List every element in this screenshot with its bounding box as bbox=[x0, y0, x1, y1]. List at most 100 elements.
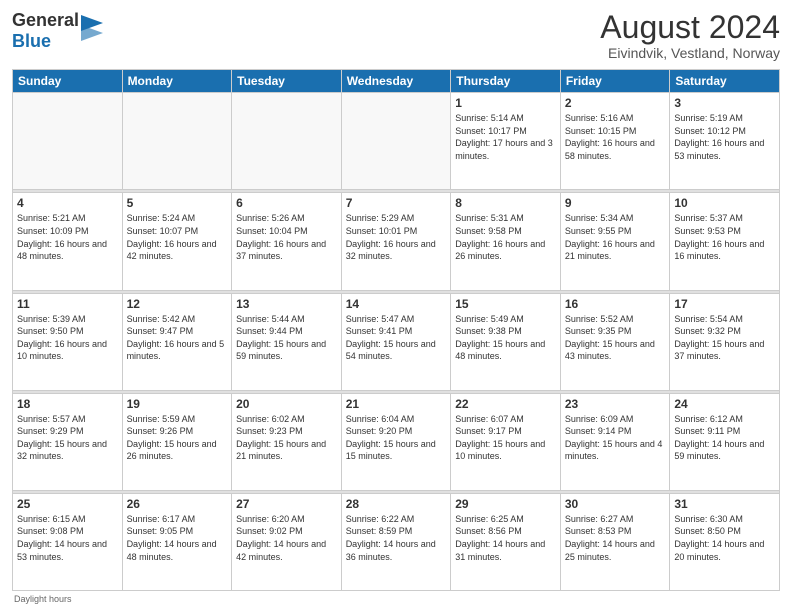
week-row-4: 18 Sunrise: 5:57 AMSunset: 9:29 PMDayligh… bbox=[13, 393, 780, 490]
week-row-3: 11 Sunrise: 5:39 AMSunset: 9:50 PMDayligh… bbox=[13, 293, 780, 390]
logo: General Blue bbox=[12, 10, 103, 52]
col-wednesday: Wednesday bbox=[341, 70, 451, 93]
day-cell-w4-d2: 19Sunrise: 5:59 AMSunset: 9:26 PMDayligh… bbox=[122, 393, 232, 490]
week-row-1: 1 Sunrise: 5:14 AMSunset: 10:17 PMDayligh… bbox=[13, 93, 780, 190]
calendar-header-row: Sunday Monday Tuesday Wednesday Thursday… bbox=[13, 70, 780, 93]
day-number: 7 bbox=[346, 196, 447, 210]
day-cell-w1-d7: 3 Sunrise: 5:19 AMSunset: 10:12 PMDayligh… bbox=[670, 93, 780, 190]
day-number: 25 bbox=[17, 497, 118, 511]
day-cell-w4-d5: 22Sunrise: 6:07 AMSunset: 9:17 PMDayligh… bbox=[451, 393, 561, 490]
day-number: 10 bbox=[674, 196, 775, 210]
day-number: 24 bbox=[674, 397, 775, 411]
day-info: Sunrise: 5:31 AMSunset: 9:58 PMDaylight:… bbox=[455, 212, 556, 262]
week-row-5: 25 Sunrise: 6:15 AMSunset: 9:08 PMDayligh… bbox=[13, 493, 780, 590]
day-info: Sunrise: 5:49 AMSunset: 9:38 PMDaylight:… bbox=[455, 313, 556, 363]
day-cell-w5-d1: 25 Sunrise: 6:15 AMSunset: 9:08 PMDayligh… bbox=[13, 493, 123, 590]
main-container: General Blue August 2024 Eivindvik, Vest… bbox=[0, 0, 792, 612]
day-info: Sunrise: 5:47 AMSunset: 9:41 PMDaylight:… bbox=[346, 313, 447, 363]
logo-general: General bbox=[12, 10, 79, 31]
day-cell-w1-d2 bbox=[122, 93, 232, 190]
day-number: 8 bbox=[455, 196, 556, 210]
day-number: 21 bbox=[346, 397, 447, 411]
day-cell-w2-d3: 6Sunrise: 5:26 AMSunset: 10:04 PMDayligh… bbox=[232, 193, 342, 290]
day-cell-w3-d1: 11 Sunrise: 5:39 AMSunset: 9:50 PMDayligh… bbox=[13, 293, 123, 390]
day-cell-w4-d4: 21 Sunrise: 6:04 AMSunset: 9:20 PMDayligh… bbox=[341, 393, 451, 490]
day-info: Sunrise: 5:16 AMSunset: 10:15 PMDaylight… bbox=[565, 112, 666, 162]
day-number: 15 bbox=[455, 297, 556, 311]
day-cell-w4-d7: 24 Sunrise: 6:12 AMSunset: 9:11 PMDayligh… bbox=[670, 393, 780, 490]
day-cell-w1-d4 bbox=[341, 93, 451, 190]
day-number: 3 bbox=[674, 96, 775, 110]
day-cell-w2-d4: 7 Sunrise: 5:29 AMSunset: 10:01 PMDayligh… bbox=[341, 193, 451, 290]
day-cell-w2-d1: 4Sunrise: 5:21 AMSunset: 10:09 PMDayligh… bbox=[13, 193, 123, 290]
day-number: 29 bbox=[455, 497, 556, 511]
location: Eivindvik, Vestland, Norway bbox=[600, 45, 780, 61]
day-cell-w5-d6: 30Sunrise: 6:27 AMSunset: 8:53 PMDayligh… bbox=[560, 493, 670, 590]
day-info: Sunrise: 6:17 AMSunset: 9:05 PMDaylight:… bbox=[127, 513, 228, 563]
day-number: 5 bbox=[127, 196, 228, 210]
day-number: 16 bbox=[565, 297, 666, 311]
day-info: Sunrise: 5:34 AMSunset: 9:55 PMDaylight:… bbox=[565, 212, 666, 262]
day-cell-w1-d5: 1 Sunrise: 5:14 AMSunset: 10:17 PMDayligh… bbox=[451, 93, 561, 190]
day-info: Sunrise: 6:15 AMSunset: 9:08 PMDaylight:… bbox=[17, 513, 118, 563]
logo-blue: Blue bbox=[12, 31, 79, 52]
col-thursday: Thursday bbox=[451, 70, 561, 93]
day-cell-w5-d3: 27Sunrise: 6:20 AMSunset: 9:02 PMDayligh… bbox=[232, 493, 342, 590]
day-cell-w1-d1 bbox=[13, 93, 123, 190]
daylight-label: Daylight hours bbox=[14, 594, 72, 604]
day-cell-w2-d2: 5 Sunrise: 5:24 AMSunset: 10:07 PMDayligh… bbox=[122, 193, 232, 290]
day-number: 2 bbox=[565, 96, 666, 110]
day-cell-w3-d2: 12 Sunrise: 5:42 AMSunset: 9:47 PMDayligh… bbox=[122, 293, 232, 390]
day-info: Sunrise: 6:04 AMSunset: 9:20 PMDaylight:… bbox=[346, 413, 447, 463]
day-info: Sunrise: 5:52 AMSunset: 9:35 PMDaylight:… bbox=[565, 313, 666, 363]
day-number: 18 bbox=[17, 397, 118, 411]
day-info: Sunrise: 5:42 AMSunset: 9:47 PMDaylight:… bbox=[127, 313, 228, 363]
day-cell-w5-d4: 28Sunrise: 6:22 AMSunset: 8:59 PMDayligh… bbox=[341, 493, 451, 590]
day-info: Sunrise: 5:26 AMSunset: 10:04 PMDaylight… bbox=[236, 212, 337, 262]
day-number: 1 bbox=[455, 96, 556, 110]
day-info: Sunrise: 5:39 AMSunset: 9:50 PMDaylight:… bbox=[17, 313, 118, 363]
day-info: Sunrise: 6:02 AMSunset: 9:23 PMDaylight:… bbox=[236, 413, 337, 463]
day-info: Sunrise: 6:30 AMSunset: 8:50 PMDaylight:… bbox=[674, 513, 775, 563]
day-number: 9 bbox=[565, 196, 666, 210]
day-info: Sunrise: 5:57 AMSunset: 9:29 PMDaylight:… bbox=[17, 413, 118, 463]
day-cell-w4-d1: 18 Sunrise: 5:57 AMSunset: 9:29 PMDayligh… bbox=[13, 393, 123, 490]
day-number: 31 bbox=[674, 497, 775, 511]
col-sunday: Sunday bbox=[13, 70, 123, 93]
day-info: Sunrise: 5:14 AMSunset: 10:17 PMDaylight… bbox=[455, 112, 556, 162]
calendar-table: Sunday Monday Tuesday Wednesday Thursday… bbox=[12, 69, 780, 591]
col-saturday: Saturday bbox=[670, 70, 780, 93]
day-number: 22 bbox=[455, 397, 556, 411]
day-info: Sunrise: 6:12 AMSunset: 9:11 PMDaylight:… bbox=[674, 413, 775, 463]
day-info: Sunrise: 5:24 AMSunset: 10:07 PMDaylight… bbox=[127, 212, 228, 262]
day-cell-w4-d6: 23 Sunrise: 6:09 AMSunset: 9:14 PMDayligh… bbox=[560, 393, 670, 490]
day-info: Sunrise: 5:44 AMSunset: 9:44 PMDaylight:… bbox=[236, 313, 337, 363]
day-number: 17 bbox=[674, 297, 775, 311]
logo-word: General Blue bbox=[12, 10, 79, 52]
day-cell-w3-d3: 13Sunrise: 5:44 AMSunset: 9:44 PMDayligh… bbox=[232, 293, 342, 390]
day-cell-w2-d5: 8 Sunrise: 5:31 AMSunset: 9:58 PMDaylight… bbox=[451, 193, 561, 290]
day-number: 11 bbox=[17, 297, 118, 311]
day-info: Sunrise: 5:37 AMSunset: 9:53 PMDaylight:… bbox=[674, 212, 775, 262]
day-info: Sunrise: 5:29 AMSunset: 10:01 PMDaylight… bbox=[346, 212, 447, 262]
day-info: Sunrise: 6:09 AMSunset: 9:14 PMDaylight:… bbox=[565, 413, 666, 463]
day-info: Sunrise: 6:22 AMSunset: 8:59 PMDaylight:… bbox=[346, 513, 447, 563]
day-number: 27 bbox=[236, 497, 337, 511]
day-cell-w3-d5: 15 Sunrise: 5:49 AMSunset: 9:38 PMDayligh… bbox=[451, 293, 561, 390]
day-cell-w5-d2: 26Sunrise: 6:17 AMSunset: 9:05 PMDayligh… bbox=[122, 493, 232, 590]
day-number: 12 bbox=[127, 297, 228, 311]
day-info: Sunrise: 5:19 AMSunset: 10:12 PMDaylight… bbox=[674, 112, 775, 162]
day-cell-w2-d6: 9 Sunrise: 5:34 AMSunset: 9:55 PMDaylight… bbox=[560, 193, 670, 290]
day-cell-w3-d7: 17Sunrise: 5:54 AMSunset: 9:32 PMDayligh… bbox=[670, 293, 780, 390]
day-number: 23 bbox=[565, 397, 666, 411]
day-number: 20 bbox=[236, 397, 337, 411]
day-info: Sunrise: 5:21 AMSunset: 10:09 PMDaylight… bbox=[17, 212, 118, 262]
header: General Blue August 2024 Eivindvik, Vest… bbox=[12, 10, 780, 61]
day-cell-w4-d3: 20 Sunrise: 6:02 AMSunset: 9:23 PMDayligh… bbox=[232, 393, 342, 490]
day-cell-w5-d5: 29Sunrise: 6:25 AMSunset: 8:56 PMDayligh… bbox=[451, 493, 561, 590]
day-cell-w3-d6: 16 Sunrise: 5:52 AMSunset: 9:35 PMDayligh… bbox=[560, 293, 670, 390]
day-number: 14 bbox=[346, 297, 447, 311]
title-section: August 2024 Eivindvik, Vestland, Norway bbox=[600, 10, 780, 61]
day-number: 19 bbox=[127, 397, 228, 411]
day-cell-w5-d7: 31 Sunrise: 6:30 AMSunset: 8:50 PMDayligh… bbox=[670, 493, 780, 590]
